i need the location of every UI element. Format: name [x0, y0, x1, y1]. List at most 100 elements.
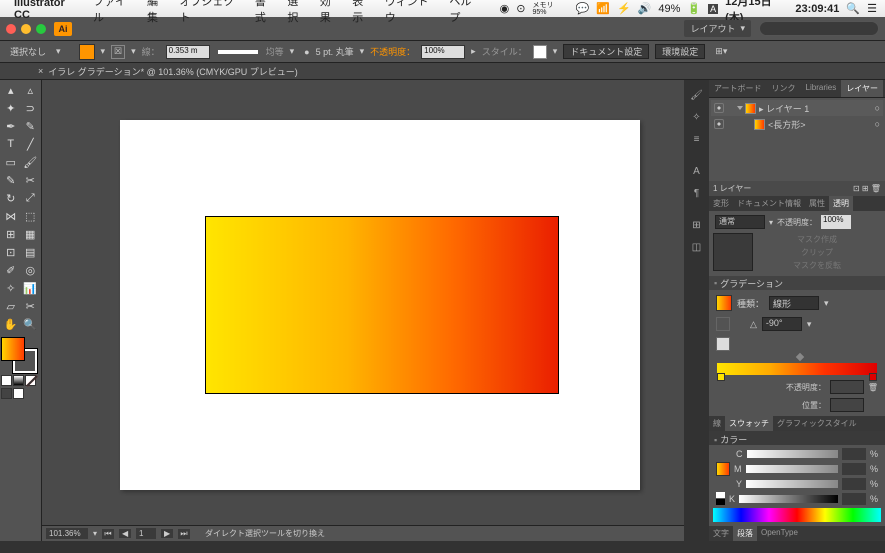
eraser-tool-icon[interactable]: ✂	[21, 171, 41, 189]
fill-stroke-swatch[interactable]	[1, 337, 37, 373]
menu-help[interactable]: ヘルプ	[449, 0, 481, 25]
stroke-swatch[interactable]: ☒	[111, 45, 125, 59]
rectangle-tool-icon[interactable]: ▭	[1, 153, 21, 171]
hand-tool-icon[interactable]: ✋	[1, 315, 21, 333]
menu-file[interactable]: ファイル	[93, 0, 136, 25]
target-icon[interactable]: ○	[875, 103, 880, 113]
menu-object[interactable]: オブジェクト	[179, 0, 243, 25]
page-input[interactable]: 1	[136, 528, 156, 539]
menu-view[interactable]: 表示	[352, 0, 373, 25]
chevron-down-icon[interactable]: ▾	[131, 46, 136, 57]
tab-transform[interactable]: 変形	[709, 196, 733, 211]
y-slider[interactable]	[746, 480, 838, 488]
close-tab-icon[interactable]: ×	[38, 66, 43, 76]
nav-first-icon[interactable]: ⏮	[102, 529, 114, 539]
window-zoom[interactable]	[36, 24, 46, 34]
spotlight-icon[interactable]: 🔍	[846, 2, 860, 15]
chevron-down-icon[interactable]: ▾	[807, 319, 812, 330]
brush-label[interactable]: 5 pt. 丸筆	[316, 45, 354, 58]
stroke-width-input[interactable]: 0.353 m	[166, 45, 210, 59]
style-swatch[interactable]	[533, 45, 547, 59]
tab-swatches[interactable]: スウォッチ	[725, 416, 773, 431]
stop-position-input[interactable]	[830, 398, 864, 412]
tab-character[interactable]: 文字	[709, 526, 733, 541]
window-minimize[interactable]	[21, 24, 31, 34]
battery-icon[interactable]: 🔋	[687, 2, 701, 15]
tab-links[interactable]: リンク	[767, 80, 801, 97]
chevron-down-icon[interactable]: ▾	[93, 529, 97, 538]
nav-prev-icon[interactable]: ◀	[119, 529, 131, 538]
curvature-tool-icon[interactable]: ✎	[21, 117, 41, 135]
layer-row[interactable]: <長方形> ○	[711, 116, 883, 132]
m-input[interactable]	[842, 463, 866, 475]
tab-attributes[interactable]: 属性	[805, 196, 829, 211]
status-clock-icon[interactable]: ⊙	[516, 2, 525, 15]
target-icon[interactable]: ○	[875, 119, 880, 129]
layer-tools-icon[interactable]: ⊡ ⊞ 🗑	[853, 184, 881, 193]
color-mode-icon[interactable]	[1, 375, 12, 386]
dock-paragraph-icon[interactable]: ¶	[684, 182, 709, 204]
status-siri-icon[interactable]: ◉	[500, 2, 510, 15]
gradient-stop[interactable]	[717, 373, 725, 381]
c-slider[interactable]	[747, 450, 838, 458]
window-close[interactable]	[6, 24, 16, 34]
fill-color[interactable]	[1, 337, 25, 361]
chevron-down-icon[interactable]: ▾	[360, 46, 365, 57]
opacity-input[interactable]: 100%	[421, 45, 465, 59]
spectrum-picker[interactable]	[713, 508, 881, 522]
opacity-input[interactable]: 100%	[821, 215, 851, 229]
dock-symbols-icon[interactable]: ✧	[684, 106, 709, 128]
layer-name[interactable]: ▸ レイヤー 1	[759, 102, 809, 115]
dock-stroke-icon[interactable]: ≡	[684, 128, 709, 150]
menu-select[interactable]: 選択	[287, 0, 308, 25]
preferences-button[interactable]: 環境設定	[655, 44, 705, 59]
eyedropper-tool-icon[interactable]: ✐	[1, 261, 21, 279]
slice-tool-icon[interactable]: ✂	[21, 297, 41, 315]
tab-graphic-styles[interactable]: グラフィックスタイル	[773, 416, 861, 431]
pencil-tool-icon[interactable]: ✎	[1, 171, 21, 189]
lasso-tool-icon[interactable]: ⊃	[21, 99, 41, 117]
chevron-down-icon[interactable]: ▾	[290, 46, 295, 57]
k-input[interactable]	[842, 493, 866, 505]
gradient-tool-icon[interactable]: ▤	[21, 243, 41, 261]
blend-tool-icon[interactable]: ◎	[21, 261, 41, 279]
gradient-stop[interactable]	[869, 373, 877, 381]
width-tool-icon[interactable]: ⋈	[1, 207, 21, 225]
nav-next-icon[interactable]: ▶	[161, 529, 173, 538]
gradient-swatch[interactable]	[716, 295, 732, 311]
invert-mask-checkbox[interactable]: マスクを反転	[753, 259, 881, 272]
dock-brushes-icon[interactable]: 🖌	[684, 84, 709, 106]
menu-type[interactable]: 書式	[255, 0, 276, 25]
symbol-tool-icon[interactable]: ✧	[1, 279, 21, 297]
tab-transparency[interactable]: 透明	[829, 196, 853, 211]
tab-paragraph[interactable]: 段落	[733, 526, 757, 541]
gradient-mode-icon[interactable]	[13, 375, 24, 386]
artboard-tool-icon[interactable]: ▱	[1, 297, 21, 315]
workspace-switcher[interactable]: レイアウト ▾	[684, 20, 751, 37]
menu-window[interactable]: ウィンドウ	[385, 0, 439, 25]
bluetooth-icon[interactable]: ⚡	[617, 2, 631, 15]
screen-mode-icon[interactable]	[13, 388, 24, 399]
tab-stroke[interactable]: 線	[709, 416, 725, 431]
white-swatch[interactable]	[716, 492, 725, 498]
rotate-tool-icon[interactable]: ↻	[1, 189, 21, 207]
input-method-icon[interactable]: A	[708, 4, 718, 14]
chevron-down-icon[interactable]: ▾	[101, 46, 106, 57]
color-swatch-icon[interactable]	[716, 462, 730, 476]
expand-icon[interactable]	[737, 106, 743, 110]
chevron-right-icon[interactable]: ▸	[471, 46, 476, 57]
zoom-tool-icon[interactable]: 🔍	[21, 315, 41, 333]
menu-effect[interactable]: 効果	[320, 0, 341, 25]
none-mode-icon[interactable]	[25, 375, 36, 386]
fill-swatch[interactable]	[79, 44, 95, 60]
document-tab[interactable]: イラレ グラデーション* @ 101.36% (CMYK/GPU プレビュー)	[48, 65, 298, 78]
paintbrush-tool-icon[interactable]: 🖌	[21, 153, 41, 171]
align-icon[interactable]: ⊞▾	[715, 46, 727, 57]
dock-pathfinder-icon[interactable]: ◫	[684, 236, 709, 258]
blend-mode-select[interactable]: 通常	[715, 215, 765, 229]
volume-icon[interactable]: 🔊	[638, 2, 652, 15]
nav-last-icon[interactable]: ⏭	[178, 529, 190, 539]
c-input[interactable]	[842, 448, 866, 460]
y-input[interactable]	[842, 478, 866, 490]
gradient-type-select[interactable]: 線形	[769, 296, 819, 310]
